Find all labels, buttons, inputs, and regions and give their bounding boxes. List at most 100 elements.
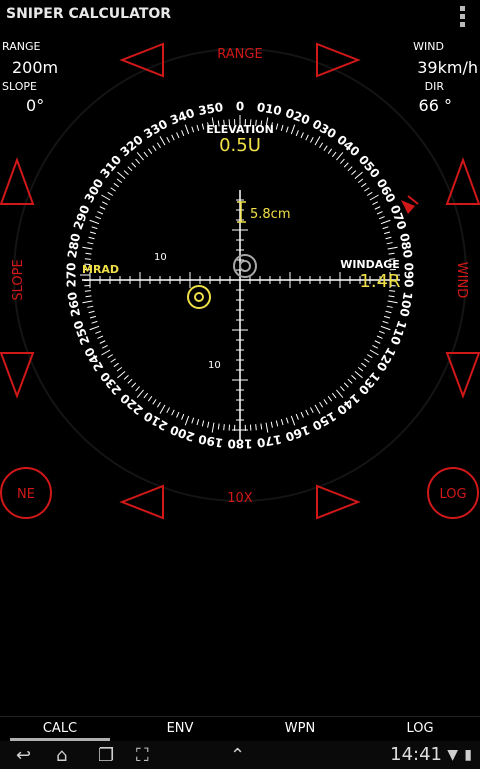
compass-tick	[339, 386, 345, 392]
compass-tick	[136, 152, 144, 161]
compass-tick	[184, 415, 190, 426]
compass-tick	[339, 158, 345, 164]
compass-tick	[166, 407, 171, 413]
compass-tick	[171, 409, 175, 416]
tab-wpn[interactable]: WPN	[240, 717, 360, 741]
compass-tick	[347, 378, 353, 384]
home-icon[interactable]: ⌂	[56, 745, 67, 766]
compass-tick	[135, 158, 141, 164]
windage-label: WINDAGE	[340, 258, 400, 271]
ne-button: NE	[17, 487, 35, 502]
compass-label: 0	[236, 100, 244, 114]
compass-tick	[384, 315, 391, 319]
compass-tick	[99, 206, 106, 210]
compass-tick	[382, 320, 389, 324]
compass-tick	[275, 123, 279, 130]
compass-tick	[260, 423, 263, 430]
compass-tick	[374, 206, 381, 210]
compass-label: 330	[141, 117, 170, 142]
compass-label: 220	[118, 391, 146, 418]
compass-label: 260	[65, 291, 83, 318]
compass-tick	[201, 123, 205, 130]
compass-tick	[285, 126, 289, 133]
compass-tick	[223, 424, 225, 431]
compass-tick	[91, 226, 98, 230]
compass-tick	[336, 389, 344, 398]
compass-tick	[102, 344, 108, 349]
compass-tick	[331, 151, 337, 158]
compass-tick	[135, 386, 141, 392]
compass-tick	[280, 124, 284, 131]
compass-tick	[97, 211, 104, 215]
compass-tick	[319, 401, 324, 408]
compass-tick	[374, 340, 381, 344]
compass-tick	[85, 295, 92, 298]
zoom-increase-arrow	[316, 484, 361, 520]
compass-tick	[143, 392, 149, 399]
compass-tick	[107, 191, 114, 196]
reticle-canvas[interactable]: 0 010 020030040050060070080090100110120130…	[0, 0, 480, 716]
compass-tick	[270, 421, 273, 428]
compass-tick	[107, 354, 114, 359]
compass-tick	[323, 399, 328, 405]
battery-icon: ▮	[464, 747, 472, 763]
compass-label: 030	[310, 117, 339, 142]
compass-tick	[275, 420, 279, 427]
compass-tick	[176, 132, 180, 139]
compass-tick	[369, 194, 379, 201]
compass-tick	[354, 371, 363, 379]
mil-10-bottom-label: 10	[208, 360, 221, 371]
wind-decrease-arrow	[445, 352, 480, 399]
compass-tick	[152, 399, 157, 405]
screenshot-icon[interactable]: ⛶	[136, 745, 149, 766]
mil-10-left-label: 10	[154, 252, 167, 263]
compass-tick	[88, 310, 95, 314]
compass-tick	[357, 178, 364, 184]
compass-tick	[372, 201, 378, 206]
compass-tick	[101, 349, 111, 356]
compass-tick	[285, 417, 289, 424]
chevron-up-icon[interactable]: ⌃	[230, 745, 245, 766]
compass-tick	[113, 362, 119, 368]
compass-tick	[99, 340, 106, 344]
range-control-label: RANGE	[217, 47, 262, 62]
compass-tick	[387, 246, 398, 250]
compass-tick	[280, 419, 284, 426]
compass-tick	[117, 171, 126, 179]
recent-apps-icon[interactable]: ❐	[98, 745, 114, 766]
elevation-value: 0.5U	[219, 135, 261, 156]
compass-label: 160	[283, 422, 311, 444]
size-label: 5.8cm	[250, 207, 291, 222]
compass-tick	[95, 330, 102, 334]
tab-calc[interactable]: CALC	[0, 717, 120, 741]
compass-tick	[82, 246, 93, 250]
compass-tick	[386, 242, 393, 245]
compass-label: 200	[168, 422, 196, 444]
tab-log[interactable]: LOG	[360, 717, 480, 741]
compass-tick	[366, 354, 373, 359]
tab-env[interactable]: ENV	[120, 717, 240, 741]
compass-tick	[110, 358, 116, 363]
compass-tick	[357, 366, 364, 372]
compass-tick	[95, 216, 102, 220]
compass-tick	[351, 374, 357, 380]
system-navigation-bar: ↩ ⌂ ❐ ⛶ ⌃ 14:41 ▼ ▮	[0, 741, 480, 769]
compass-tick	[388, 252, 395, 255]
compass-tick	[88, 236, 95, 240]
compass-tick	[181, 413, 185, 420]
compass-tick	[309, 137, 314, 143]
compass-tick	[369, 349, 379, 356]
back-icon[interactable]: ↩	[16, 745, 31, 766]
compass-tick	[354, 171, 363, 179]
compass-label: 280	[65, 232, 83, 259]
zoom-label: 10X	[227, 491, 253, 506]
compass-tick	[84, 290, 91, 292]
compass-tick	[113, 182, 119, 188]
compass-tick	[211, 422, 215, 433]
compass-tick	[123, 170, 129, 176]
compass-tick	[89, 219, 100, 225]
compass-tick	[217, 423, 220, 430]
compass-tick	[343, 382, 349, 388]
compass-label: 320	[118, 133, 146, 160]
compass-tick	[385, 236, 392, 240]
